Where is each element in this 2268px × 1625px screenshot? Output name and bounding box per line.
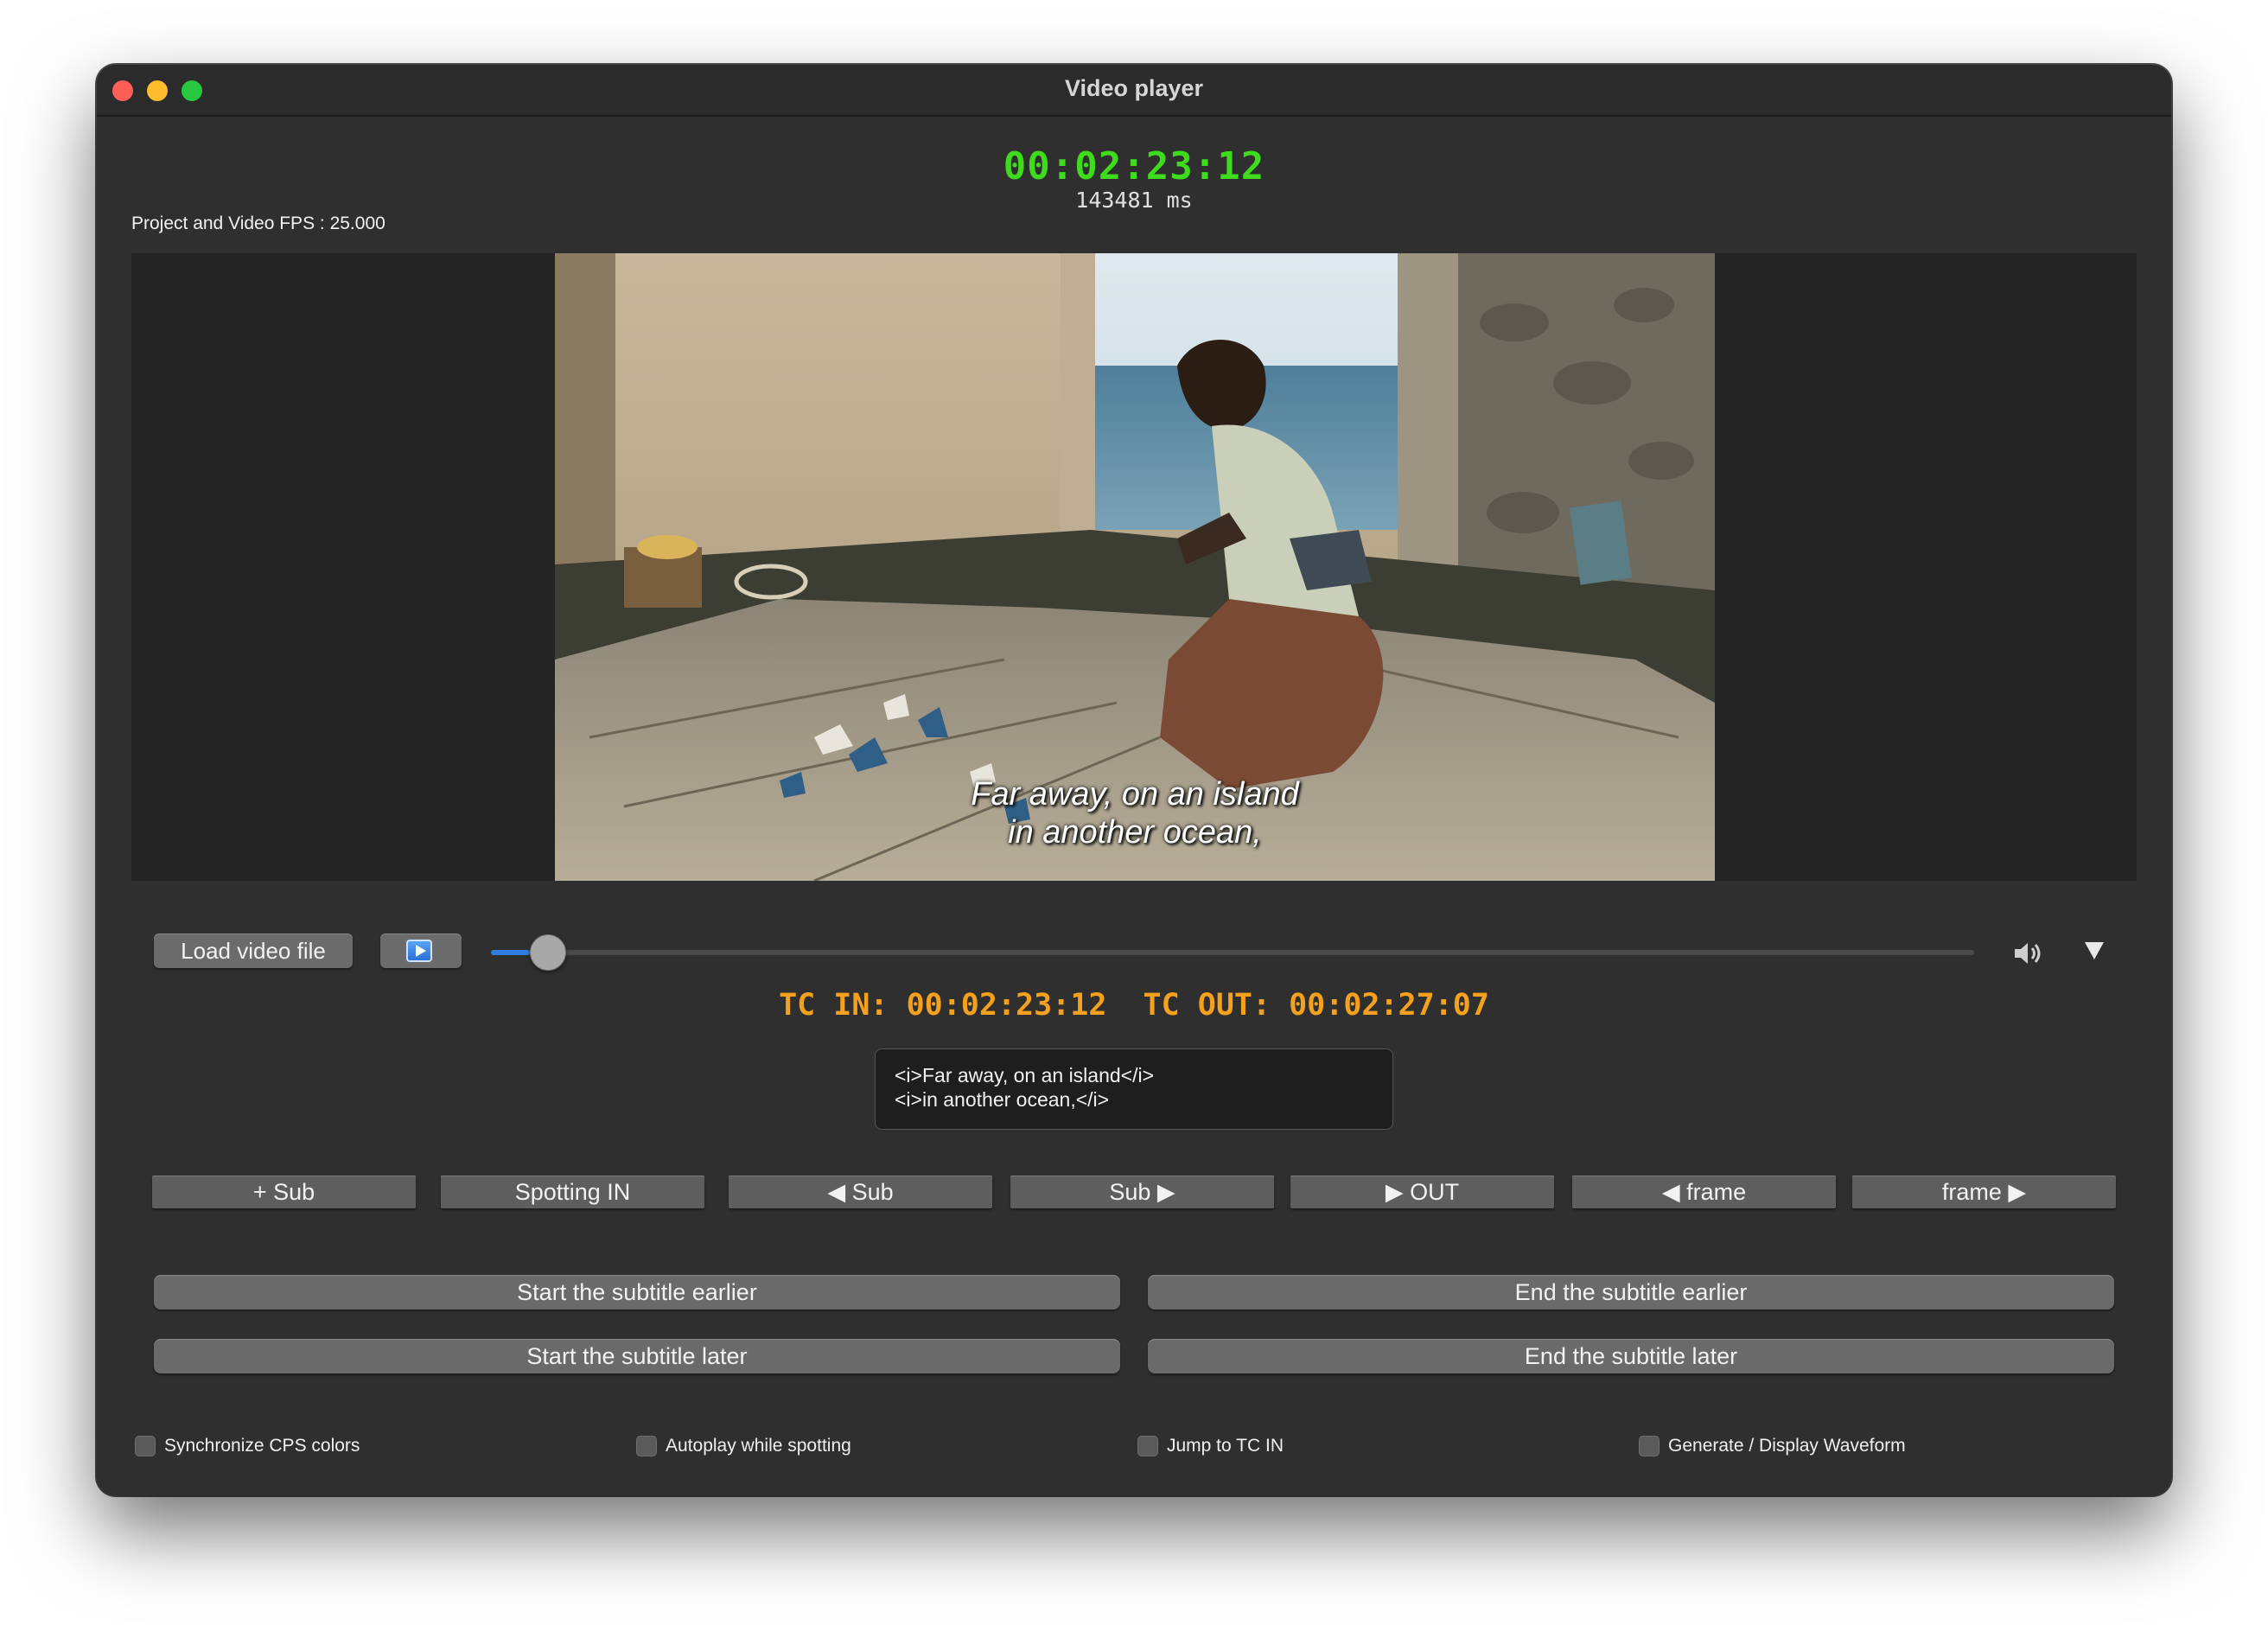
jump-tc-in-option[interactable]: Jump to TC IN [1137, 1433, 1284, 1459]
video-frame[interactable]: Far away, on an island in another ocean, [555, 253, 1715, 881]
subtitle-text-line-2: <i>in another ocean,</i> [895, 1088, 1110, 1111]
play-icon [406, 940, 432, 962]
current-timecode: 00:02:23:12 [1003, 144, 1265, 188]
autoplay-spotting-label: Autoplay while spotting [666, 1436, 851, 1456]
sync-cps-option[interactable]: Synchronize CPS colors [135, 1433, 360, 1459]
triangle-down-icon[interactable] [2085, 942, 2104, 959]
seek-slider-fill [491, 950, 530, 955]
video-area: Far away, on an island in another ocean, [131, 253, 2137, 881]
subtitle-text-line-1: <i>Far away, on an island</i> [895, 1064, 1155, 1087]
seek-slider-knob[interactable] [529, 934, 566, 971]
tc-in-out: TC IN: 00:02:23:12 TC OUT: 00:02:27:07 [779, 988, 1489, 1023]
playback-controls: Load video file [97, 916, 2171, 977]
waveform-checkbox[interactable] [1639, 1436, 1660, 1457]
subtitle-overlay-line-1: Far away, on an island [971, 776, 1299, 812]
jump-tc-in-label: Jump to TC IN [1167, 1436, 1284, 1456]
fps-label: Project and Video FPS : 25.000 [131, 213, 385, 233]
window-title: Video player [1064, 75, 1204, 101]
next-sub-button[interactable]: Sub ▶ [1010, 1176, 1274, 1208]
titlebar: Video player [97, 65, 2171, 117]
autoplay-spotting-checkbox[interactable] [636, 1436, 657, 1457]
previous-frame-button[interactable]: ◀ frame [1572, 1176, 1836, 1208]
end-later-button[interactable]: End the subtitle later [1148, 1339, 2114, 1373]
add-sub-button[interactable]: + Sub [152, 1176, 416, 1208]
autoplay-spotting-option[interactable]: Autoplay while spotting [636, 1433, 851, 1459]
next-frame-button[interactable]: frame ▶ [1852, 1176, 2116, 1208]
play-button[interactable] [380, 934, 462, 968]
video-player-window: Video player 00:02:23:12 143481 ms Proje… [97, 65, 2171, 1495]
current-milliseconds: 143481 ms [1075, 188, 1193, 213]
speaker-icon[interactable] [2011, 939, 2046, 968]
waveform-label: Generate / Display Waveform [1668, 1436, 1906, 1456]
previous-sub-button[interactable]: ◀ Sub [729, 1176, 992, 1208]
start-later-button[interactable]: Start the subtitle later [154, 1339, 1120, 1373]
seek-slider[interactable] [491, 934, 1974, 971]
waveform-option[interactable]: Generate / Display Waveform [1639, 1433, 1906, 1459]
sync-cps-label: Synchronize CPS colors [164, 1436, 360, 1456]
video-subtitle-overlay: Far away, on an island in another ocean, [555, 775, 1715, 851]
subtitle-text-box[interactable]: <i>Far away, on an island</i> <i>in anot… [875, 1048, 1393, 1130]
spotting-in-button[interactable]: Spotting IN [441, 1176, 704, 1208]
subtitle-overlay-line-2: in another ocean, [1008, 814, 1262, 851]
load-video-button[interactable]: Load video file [154, 934, 353, 968]
play-to-out-button[interactable]: ▶ OUT [1290, 1176, 1554, 1208]
jump-tc-in-checkbox[interactable] [1137, 1436, 1158, 1457]
start-earlier-button[interactable]: Start the subtitle earlier [154, 1275, 1120, 1310]
sync-cps-checkbox[interactable] [135, 1436, 156, 1457]
end-earlier-button[interactable]: End the subtitle earlier [1148, 1275, 2114, 1310]
